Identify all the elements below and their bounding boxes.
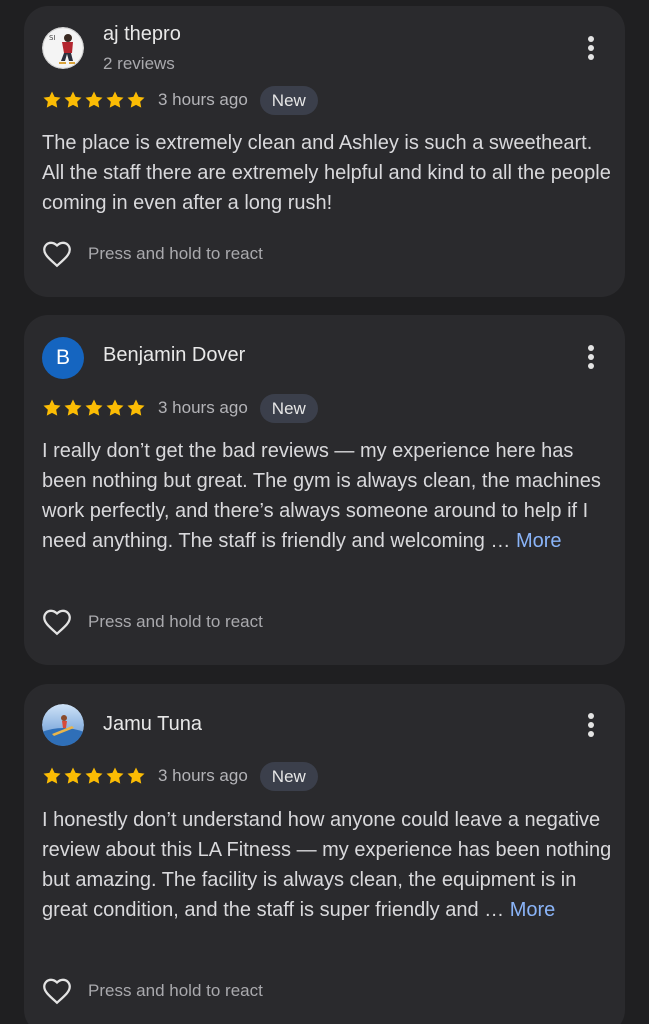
star-icon: [106, 399, 124, 416]
new-badge: New: [259, 85, 318, 115]
reviewer-name[interactable]: aj thepro: [103, 23, 181, 46]
star-icon: [43, 91, 61, 108]
star-icon: [64, 399, 82, 416]
review-time: 3 hours ago: [158, 90, 248, 109]
review-body: The place is extremely clean and Ashley …: [42, 132, 611, 214]
react-hint: Press and hold to react: [88, 981, 263, 1000]
review-card: B Benjamin Dover 3 hours ago New I reall…: [24, 315, 625, 665]
more-options-button[interactable]: [579, 710, 603, 740]
rating-row: 3 hours ago New: [42, 393, 318, 423]
rating-row: 3 hours ago New: [42, 85, 318, 115]
heart-outline-icon: [43, 978, 71, 1005]
star-icon: [127, 767, 145, 784]
star-rating: [42, 90, 147, 110]
more-link[interactable]: More: [516, 530, 562, 552]
avatar[interactable]: B: [42, 337, 84, 379]
svg-text:SI: SI: [49, 34, 56, 42]
avatar-letter: B: [55, 346, 70, 369]
review-text: The place is extremely clean and Ashley …: [42, 128, 614, 218]
react-hint: Press and hold to react: [88, 612, 263, 631]
more-options-button[interactable]: [579, 33, 603, 63]
more-vert-icon: [588, 345, 594, 369]
react-button[interactable]: Press and hold to react: [40, 973, 263, 1009]
rating-row: 3 hours ago New: [42, 761, 318, 791]
star-icon: [85, 91, 103, 108]
react-hint: Press and hold to react: [88, 244, 263, 263]
review-card: SI aj thepro 2 reviews 3 hours ago New T…: [24, 6, 625, 297]
more-options-button[interactable]: [579, 342, 603, 372]
react-button[interactable]: Press and hold to react: [40, 604, 263, 640]
star-icon: [127, 399, 145, 416]
more-link[interactable]: More: [510, 899, 556, 921]
review-text: I really don’t get the bad reviews — my …: [42, 436, 614, 556]
new-badge: New: [259, 761, 318, 791]
star-icon: [64, 767, 82, 784]
star-icon: [64, 91, 82, 108]
review-text: I honestly don’t understand how anyone c…: [42, 805, 614, 925]
heart-outline-icon: [43, 241, 71, 268]
more-vert-icon: [588, 713, 594, 737]
more-vert-icon: [588, 36, 594, 60]
avatar[interactable]: SI: [42, 27, 84, 69]
star-icon: [43, 399, 61, 416]
star-icon: [106, 767, 124, 784]
star-icon: [85, 399, 103, 416]
heart-outline-icon: [43, 609, 71, 636]
reviewer-name[interactable]: Jamu Tuna: [103, 713, 202, 736]
star-icon: [106, 91, 124, 108]
star-rating: [42, 766, 147, 786]
reviewer-name[interactable]: Benjamin Dover: [103, 344, 245, 367]
star-icon: [127, 91, 145, 108]
react-button[interactable]: Press and hold to react: [40, 236, 263, 272]
star-rating: [42, 398, 147, 418]
star-icon: [43, 767, 61, 784]
review-card: Jamu Tuna 3 hours ago New I honestly don…: [24, 684, 625, 1024]
star-icon: [85, 767, 103, 784]
review-time: 3 hours ago: [158, 766, 248, 785]
reviewer-review-count: 2 reviews: [103, 54, 175, 73]
new-badge: New: [259, 393, 318, 423]
review-time: 3 hours ago: [158, 398, 248, 417]
avatar[interactable]: [42, 704, 84, 746]
reviews-feed: SI aj thepro 2 reviews 3 hours ago New T…: [0, 0, 649, 1024]
